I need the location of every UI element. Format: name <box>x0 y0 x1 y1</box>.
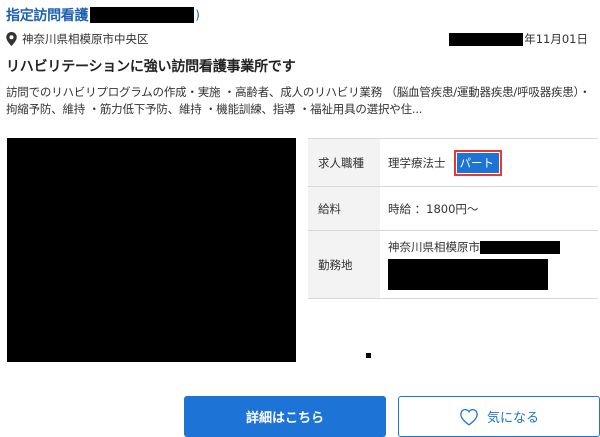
workplace-label: 勤務地 <box>308 231 380 298</box>
workplace-address-line: 神奈川県相模原市 <box>388 239 560 255</box>
salary-value: 時給 ：1800円〜 <box>388 201 479 216</box>
job-type-label: 求人職種 <box>308 139 380 186</box>
redacted-address-block-2 <box>388 259 548 290</box>
job-title-suffix: ) <box>195 8 200 22</box>
heart-icon <box>460 408 478 426</box>
salary-label: 給料 <box>308 187 380 230</box>
job-info-table: 求人職種 理学療法士 パート 給料 時給 ：1800円〜 勤務地 神奈川県相模原… <box>308 138 598 299</box>
workplace-value: 神奈川県相模原市 <box>388 240 480 254</box>
job-title-row: 指定訪問看護 ) <box>6 4 200 26</box>
listing-headline: リハビリテーションに強い訪問看護事業所です <box>6 59 296 75</box>
part-time-tag: パート <box>456 152 499 173</box>
location-pin-icon <box>6 32 17 46</box>
job-title-link[interactable]: 指定訪問看護 <box>6 5 89 25</box>
workplace-address: 神奈川県相模原市 <box>388 239 560 290</box>
details-button[interactable]: 詳細はこちら <box>184 396 386 437</box>
job-type-value: 理学療法士 <box>388 155 446 170</box>
redacted-dot <box>366 353 371 358</box>
redacted-title-block <box>90 7 195 23</box>
job-type-value-cell: 理学療法士 パート <box>380 139 598 186</box>
location-text: 神奈川県相模原市中央区 <box>22 32 149 46</box>
part-time-tag-highlight: パート <box>453 149 502 176</box>
info-row-salary: 給料 時給 ：1800円〜 <box>308 187 598 231</box>
posted-date-text: 年11月01日 <box>524 32 588 46</box>
redacted-photo <box>7 138 296 362</box>
info-row-job-type: 求人職種 理学療法士 パート <box>308 139 598 187</box>
details-button-label: 詳細はこちら <box>245 411 324 426</box>
info-row-workplace: 勤務地 神奈川県相模原市 <box>308 231 598 299</box>
redacted-address-block <box>480 240 560 254</box>
redacted-date-block <box>449 32 524 46</box>
favorite-button-label: 気になる <box>486 411 539 426</box>
posted-date: 年11月01日 <box>449 31 588 47</box>
favorite-button[interactable]: 気になる <box>398 396 600 437</box>
location-row: 神奈川県相模原市中央区 <box>6 31 149 47</box>
listing-description: 訪問でのリハビリプログラムの作成・実施 ・高齢者、成人のリハビリ業務 （脳血管疾… <box>6 85 591 116</box>
workplace-value-cell: 神奈川県相模原市 <box>380 231 598 298</box>
